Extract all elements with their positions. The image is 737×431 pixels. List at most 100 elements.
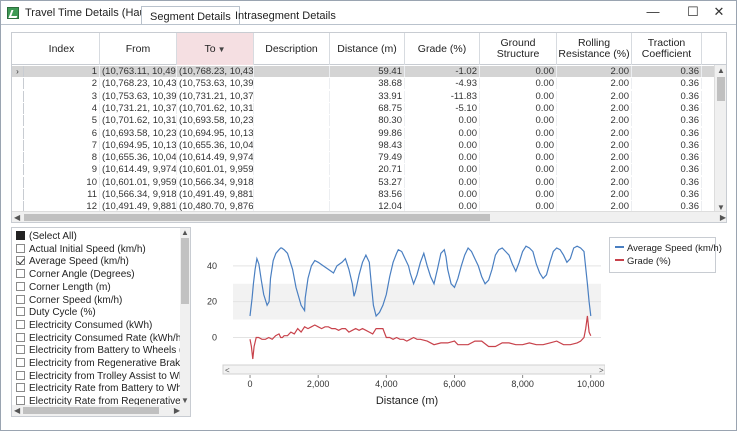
scroll-up-icon[interactable]: ▲ [717,65,725,76]
grid-hscroll-thumb[interactable] [24,214,490,221]
row-indicator[interactable] [12,115,24,127]
column-header[interactable]: From [100,33,177,65]
row-indicator[interactable] [12,102,24,114]
table-row[interactable]: 6(10,693.58, 10,233.00,(10,694.95, 10,13… [12,127,726,139]
checkbox[interactable] [16,345,25,355]
column-header[interactable]: Index [24,33,100,65]
list-scroll-up-icon[interactable]: ▲ [181,228,189,238]
line-chart[interactable]: 0 20 40 < >0 2,000 4,000 6,000 8,000 10,000 Distan… [195,227,606,419]
table-cell: 2.00 [557,189,632,200]
segment-grid[interactable]: Index From To ▼ Description Distance (m) Grade… [11,32,727,223]
series-checkbox-item[interactable]: Corner Angle (Degrees) [16,268,184,281]
row-indicator[interactable] [12,139,24,151]
table-cell: (10,566.34, 9,918.69, 1, [102,189,177,200]
tab-intrasegment-details[interactable]: Intrasegment Details [227,6,344,25]
list-scroll-left-icon[interactable]: ◀ [14,405,20,416]
checkbox[interactable] [16,294,25,304]
table-cell: 83.56 [330,189,405,200]
checkbox[interactable] [16,319,25,329]
title-bar[interactable]: Travel Time Details (Haul route 01) Segm… [1,1,736,25]
series-label: Average Speed (km/h) [29,256,129,268]
series-checkbox-item[interactable]: Electricity from Trolley Assist to Wheel… [16,370,184,383]
series-checkbox-item[interactable]: Electricity Consumed (kWh) [16,319,184,332]
chart-scroll-left-icon[interactable]: < [225,366,230,375]
column-header[interactable]: Description [254,33,330,65]
row-indicator[interactable]: › [12,66,24,77]
series-checkbox-item[interactable]: Corner Length (m) [16,281,184,294]
list-vertical-scrollbar[interactable]: ▲ ▼ [180,228,190,406]
row-indicator[interactable] [12,127,24,139]
row-indicator[interactable] [12,176,24,188]
chart-horizontal-scrollbar[interactable] [222,364,606,375]
column-header[interactable]: Grade (%) [405,33,480,65]
column-header[interactable]: Rolling Resistance (%) [557,33,632,65]
row-indicator[interactable] [12,78,24,90]
series-checkbox-item[interactable]: Electricity Consumed Rate (kWh/h) [16,332,184,345]
column-header[interactable]: Traction Coefficient [632,33,702,65]
grid-vertical-scrollbar[interactable]: ▲ ▼ [714,65,726,213]
grid-vscroll-thumb[interactable] [717,77,725,101]
column-header[interactable]: Ground Structure [480,33,557,65]
chart-scroll-right-icon[interactable]: > [599,366,604,375]
series-checkbox-item[interactable]: Electricity from Battery to Wheels (kWh) [16,344,184,357]
row-indicator[interactable] [12,164,24,176]
column-header[interactable]: To ▼ [177,33,254,65]
checkbox[interactable] [16,256,25,266]
table-cell: (10,768.23, 10,435.74, [102,78,177,90]
table-cell: 0.00 [405,164,480,176]
list-scroll-right-icon[interactable]: ▶ [174,405,180,416]
series-checkbox-item[interactable]: Duty Cycle (%) [16,306,184,319]
table-cell: 0.00 [405,127,480,139]
table-row[interactable]: 4(10,731.21, 10,374.85,(10,701.62, 10,31… [12,102,726,114]
checkbox[interactable] [16,396,25,406]
scroll-right-icon[interactable]: ▶ [720,212,726,222]
checkbox[interactable] [16,358,25,367]
table-row[interactable]: 11(10,566.34, 9,918.69, 1,(10,491.49, 9,… [12,189,726,200]
checkbox[interactable] [16,307,25,317]
checkbox[interactable] [16,269,25,279]
table-row[interactable]: 10(10,601.01, 9,959.13, 1,(10,566.34, 9,… [12,176,726,188]
checkbox[interactable] [16,281,25,291]
series-checkbox-item[interactable]: Average Speed (km/h) [16,255,184,268]
checkbox[interactable] [16,383,25,393]
series-label: (Select All) [29,231,77,242]
table-cell: 8 [24,152,100,164]
column-header-label: Description [265,42,318,55]
list-horizontal-scrollbar[interactable]: ◀ ▶ [12,405,190,416]
table-cell: 9 [24,164,100,176]
series-checklist[interactable]: (Select All) Actual Initial Speed (km/h) A… [11,227,191,417]
table-cell: (10,731.21, 10,374.85, [179,90,254,102]
row-indicator[interactable] [12,189,24,200]
checkbox[interactable] [16,243,25,253]
table-cell: 2.00 [557,127,632,139]
sort-filter-icon[interactable]: ▼ [218,44,226,55]
series-checkbox-item[interactable]: Corner Speed (km/h) [16,294,184,307]
grid-horizontal-scrollbar[interactable]: ◀ ▶ [12,211,726,222]
list-hscroll-thumb[interactable] [23,407,159,414]
row-indicator[interactable] [12,152,24,164]
table-cell: 0.00 [480,90,557,102]
minimize-button[interactable]: — [633,1,673,23]
table-row[interactable]: 7(10,694.95, 10,133.15,(10,655.36, 10,04… [12,139,726,151]
scroll-left-icon[interactable]: ◀ [14,212,20,222]
checkbox[interactable] [16,332,25,342]
series-checkbox-item[interactable]: Electricity Rate from Battery to Wheels … [16,382,184,395]
table-row[interactable]: 5(10,701.62, 10,312.89,(10,693.58, 10,23… [12,115,726,127]
table-row[interactable]: 8(10,655.36, 10,043.03,(10,614.49, 9,974… [12,152,726,164]
series-checkbox-item[interactable]: Electricity from Regenerative Braking to… [16,357,184,370]
table-row[interactable]: 9(10,614.49, 9,974.86, 1,(10,601.01, 9,9… [12,164,726,176]
close-button[interactable]: ✕ [699,1,737,23]
checkbox[interactable] [16,231,25,240]
table-cell: 6 [24,127,100,139]
list-vscroll-thumb[interactable] [181,238,189,304]
table-row[interactable]: 3(10,753.63, 10,399.96,(10,731.21, 10,37… [12,90,726,102]
column-header[interactable]: Distance (m) [330,33,405,65]
table-cell: 20.71 [330,164,405,176]
table-row[interactable]: 2(10,768.23, 10,435.74,(10,753.63, 10,39… [12,78,726,90]
tab-segment-details[interactable]: Segment Details [141,6,240,25]
series-checkbox-item[interactable]: Actual Initial Speed (km/h) [16,243,184,256]
series-checkbox-item[interactable]: (Select All) [16,230,184,243]
table-row[interactable]: ›1(10,763.11, 10,494.92,(10,768.23, 10,4… [12,66,726,77]
checkbox[interactable] [16,370,25,380]
row-indicator[interactable] [12,90,24,102]
